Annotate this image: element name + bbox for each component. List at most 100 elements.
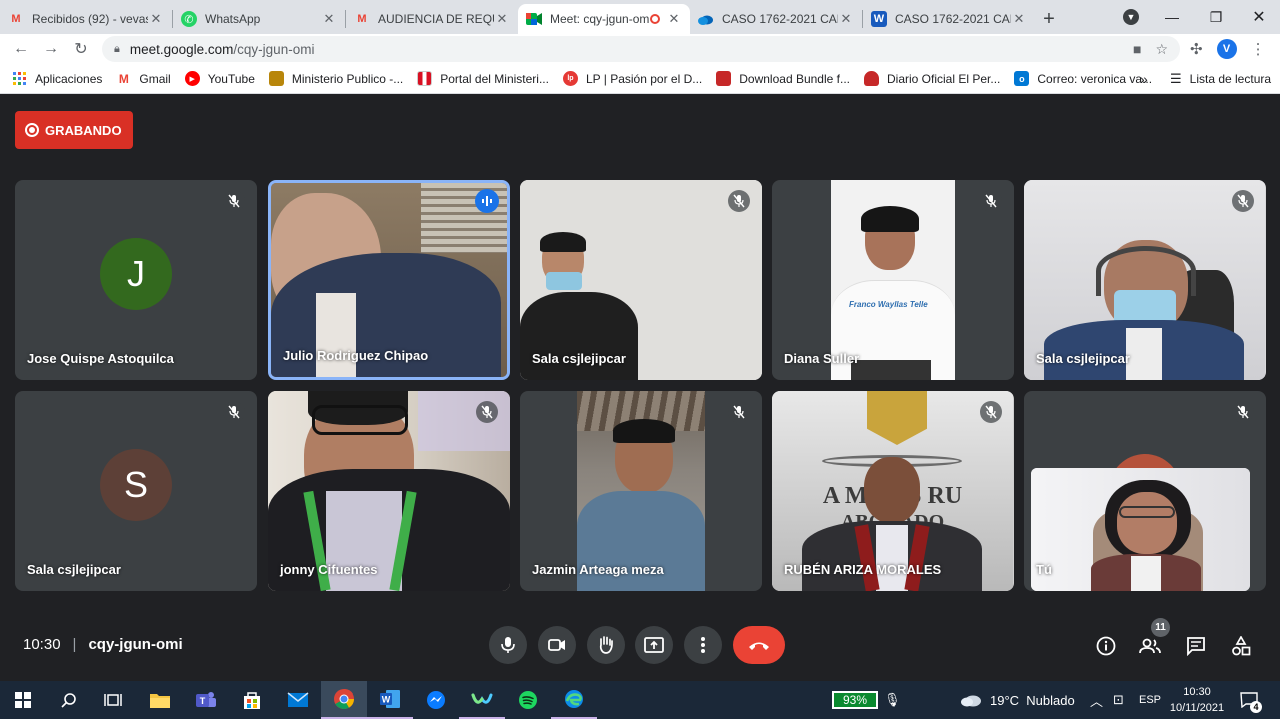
word-button[interactable]: W: [367, 681, 413, 719]
bookmark-youtube[interactable]: ▶ YouTube: [184, 71, 255, 86]
present-icon: [644, 637, 664, 653]
mail-envelope-icon: [287, 692, 309, 707]
reading-list-button[interactable]: ☰ Lista de lectura: [1170, 71, 1271, 87]
weather-widget[interactable]: 19°C Nublado: [960, 681, 1075, 719]
microphone-icon: [501, 637, 515, 653]
reload-button[interactable]: ↻: [66, 34, 96, 64]
participant-tile[interactable]: Sala csjlejipcar: [1024, 180, 1266, 380]
tab-onedrive-caso[interactable]: CASO 1762-2021 CAR ✕: [690, 4, 862, 34]
edge-icon: [565, 690, 583, 708]
extensions-puzzle-icon[interactable]: ✣: [1190, 40, 1203, 58]
mic-off-icon: [1232, 190, 1254, 212]
meeting-info-button[interactable]: [1092, 632, 1120, 660]
meeting-details: 10:30 | cqy-jgun-omi: [23, 636, 183, 653]
meet-stage: GRABANDO J Jose Quispe Astoquilca Julio …: [0, 95, 1280, 681]
show-hidden-icons-button[interactable]: ︿: [1090, 681, 1103, 719]
bookmark-star-icon[interactable]: ☆: [1155, 41, 1168, 58]
participant-video: Franco Wayllas Telle: [831, 180, 955, 380]
bookmark-gmail[interactable]: M Gmail: [116, 71, 171, 86]
address-bar[interactable]: 🔒︎ meet.google.com/cqy-jgun-omi ■ ☆: [102, 36, 1180, 62]
participant-tile[interactable]: S Sala csjlejipcar: [15, 391, 257, 591]
reading-list-icon: ☰: [1170, 70, 1182, 86]
participant-tile[interactable]: jonny Cifuentes: [268, 391, 510, 591]
participant-video: [1024, 180, 1265, 380]
mail-button[interactable]: [275, 681, 321, 719]
participant-tile[interactable]: Sala csjlejipcar: [520, 180, 762, 380]
close-icon[interactable]: ✕: [838, 11, 854, 27]
raise-hand-button[interactable]: [587, 626, 625, 664]
new-tab-button[interactable]: +: [1035, 4, 1063, 34]
language-indicator[interactable]: ESP: [1139, 681, 1161, 719]
bookmark-diario-oficial[interactable]: Diario Oficial El Per...: [864, 71, 1000, 86]
notification-center-button[interactable]: 4: [1240, 681, 1262, 719]
camera-in-use-icon[interactable]: ■: [1133, 41, 1141, 57]
store-button[interactable]: [229, 681, 275, 719]
meeting-code: cqy-jgun-omi: [88, 636, 183, 653]
close-icon[interactable]: ✕: [666, 11, 682, 27]
file-explorer-button[interactable]: [137, 681, 183, 719]
webex-button[interactable]: [459, 681, 505, 719]
tab-title: AUDIENCIA DE REQUE: [378, 12, 494, 26]
chat-button[interactable]: [1182, 632, 1210, 660]
activities-button[interactable]: [1227, 632, 1255, 660]
close-icon[interactable]: ✕: [1011, 11, 1027, 27]
minimize-button[interactable]: —: [1152, 0, 1192, 34]
bookmark-correo[interactable]: o Correo: veronica va...: [1014, 71, 1152, 86]
mic-in-use-icon[interactable]: 🎙︎: [884, 681, 901, 719]
bundle-icon: [716, 71, 732, 86]
tab-gmail-inbox[interactable]: M Recibidos (92) - vevasc ✕: [0, 4, 172, 34]
more-bookmarks-button[interactable]: »: [1140, 71, 1148, 87]
browser-toolbar: ← → ↻ 🔒︎ meet.google.com/cqy-jgun-omi ■ …: [0, 34, 1280, 64]
reading-list-label: Lista de lectura: [1189, 71, 1272, 86]
gmail-icon: M: [11, 13, 21, 25]
close-icon[interactable]: ✕: [321, 11, 337, 27]
restore-button[interactable]: ❐: [1196, 0, 1236, 34]
close-window-button[interactable]: ✕: [1238, 0, 1280, 34]
leave-call-button[interactable]: [733, 626, 785, 664]
camera-button[interactable]: [538, 626, 576, 664]
tab-audiencia[interactable]: M AUDIENCIA DE REQUE ✕: [346, 4, 518, 34]
back-button[interactable]: ←: [6, 34, 36, 64]
microphone-button[interactable]: [489, 626, 527, 664]
start-button[interactable]: [0, 681, 46, 719]
edge-button[interactable]: [551, 681, 597, 719]
bookmark-download-bundle[interactable]: Download Bundle f...: [716, 71, 850, 86]
battery-indicator[interactable]: 93%: [832, 691, 878, 709]
participant-tile[interactable]: Franco Wayllas Telle Diana Suller: [772, 180, 1014, 380]
tab-meet[interactable]: Meet: cqy-jgun-om ✕: [518, 4, 690, 34]
participant-tile[interactable]: Jazmin Arteaga meza: [520, 391, 762, 591]
bookmark-lp[interactable]: lp LP | Pasión por el D...: [562, 71, 702, 86]
task-view-button[interactable]: [90, 681, 136, 719]
present-screen-button[interactable]: [635, 626, 673, 664]
network-icon[interactable]: ⊡: [1113, 681, 1124, 719]
chrome-button[interactable]: [321, 681, 367, 719]
system-clock[interactable]: 10:30 10/11/2021: [1168, 684, 1226, 716]
bookmarks-bar: Aplicaciones M Gmail ▶ YouTube Ministeri…: [0, 64, 1280, 94]
tab-search-button[interactable]: ▼: [1118, 0, 1144, 34]
participant-tile[interactable]: Tú: [1024, 391, 1266, 591]
tab-whatsapp[interactable]: ✆ WhatsApp ✕: [173, 4, 345, 34]
more-options-button[interactable]: [684, 626, 722, 664]
profile-avatar[interactable]: V: [1216, 39, 1237, 59]
bookmark-label: YouTube: [207, 71, 255, 86]
recording-indicator[interactable]: GRABANDO: [15, 111, 133, 149]
spotify-button[interactable]: [505, 681, 551, 719]
close-icon[interactable]: ✕: [148, 11, 164, 27]
tab-word-caso[interactable]: W CASO 1762-2021 CAR ✕: [863, 4, 1035, 34]
forward-button[interactable]: →: [36, 34, 66, 64]
teams-button[interactable]: T: [183, 681, 229, 719]
search-button[interactable]: [46, 681, 92, 719]
record-icon: [25, 123, 39, 137]
close-icon[interactable]: ✕: [494, 11, 510, 27]
participant-tile[interactable]: J Jose Quispe Astoquilca: [15, 180, 257, 380]
participant-name: Jose Quispe Astoquilca: [27, 351, 174, 366]
folder-icon: [150, 694, 170, 708]
bookmark-aplicaciones[interactable]: Aplicaciones: [12, 71, 102, 86]
bookmark-ministerio-publico[interactable]: Ministerio Publico -...: [268, 71, 403, 86]
participant-tile[interactable]: Julio Rodriguez Chipao: [268, 180, 510, 380]
participant-tile[interactable]: A MO ES RU ABOGADO RUBÉN ARIZA MORALES: [772, 391, 1014, 591]
bookmark-portal-ministerio[interactable]: Portal del Ministeri...: [417, 71, 549, 86]
messenger-button[interactable]: [413, 681, 459, 719]
menu-kebab-icon[interactable]: ⋮: [1251, 40, 1266, 58]
tab-title: WhatsApp: [205, 12, 261, 26]
